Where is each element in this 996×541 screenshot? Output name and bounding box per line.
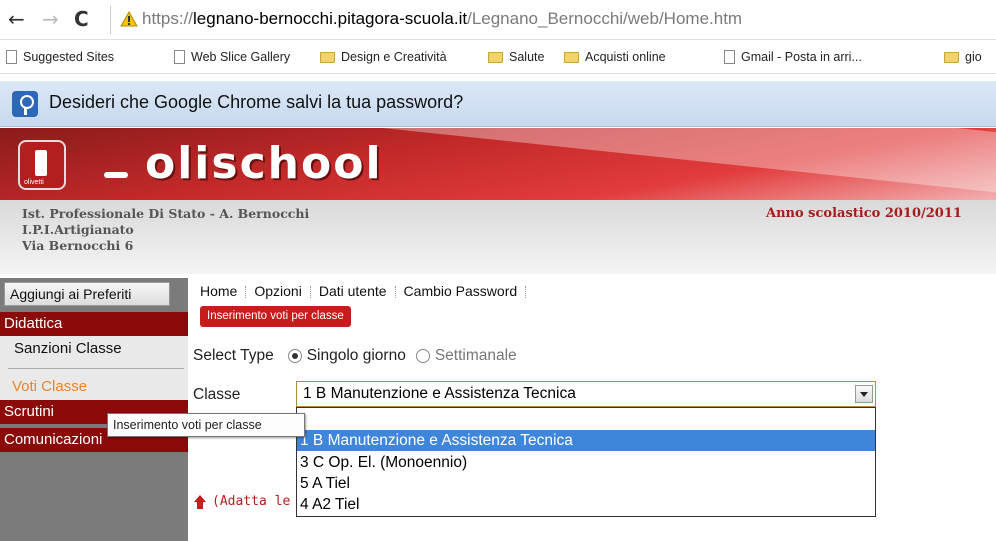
school-address: Ist. Professionale Di Stato - A. Bernocc…	[22, 206, 309, 254]
logo-bar	[35, 150, 47, 176]
radio-singolo-giorno-label[interactable]: Singolo giorno	[307, 347, 406, 365]
folder-icon	[320, 51, 335, 63]
top-navigation: Home Opzioni Dati utente Cambio Password	[200, 283, 534, 299]
bookmark-label: Salute	[509, 50, 545, 64]
forward-arrow-icon[interactable]: →	[42, 9, 59, 29]
nav-dati-utente[interactable]: Dati utente	[319, 283, 387, 299]
nav-separator	[309, 286, 311, 299]
nav-separator	[245, 286, 247, 299]
browser-toolbar: ← → C https://legnano-bernocchi.pitagora…	[0, 0, 996, 40]
page-icon	[724, 50, 735, 64]
tooltip: Inserimento voti per classe	[107, 413, 305, 437]
nav-opzioni[interactable]: Opzioni	[254, 283, 301, 299]
page-title-tag: Inserimento voti per classe	[200, 306, 351, 327]
submenu-divider	[8, 368, 184, 369]
classe-dropdown-list: 1 B Manutenzione e Assistenza Tecnica 3 …	[296, 407, 876, 517]
folder-icon	[564, 51, 579, 63]
school-street: Via Bernocchi 6	[22, 238, 134, 253]
olivetti-logo-icon: olivetti	[18, 140, 66, 190]
add-to-favorites-button[interactable]: Aggiungi ai Preferiti	[4, 282, 170, 306]
dropdown-blank-option[interactable]	[297, 408, 875, 429]
security-warning-icon[interactable]	[120, 11, 138, 27]
bookmark-design-creativita[interactable]: Design e Creatività	[320, 50, 447, 64]
bookmark-label: Gmail - Posta in arri...	[741, 50, 862, 64]
school-type: I.P.I.Artigianato	[22, 222, 134, 237]
bookmark-acquisti-online[interactable]: Acquisti online	[564, 50, 666, 64]
logo-subtitle: olivetti	[24, 179, 44, 186]
sidebar-item-voti-classe[interactable]: Voti Classe	[12, 378, 87, 395]
arrow-up-icon[interactable]	[193, 494, 207, 509]
url-scheme: https://	[142, 9, 194, 28]
dropdown-option[interactable]: 5 A Tiel	[297, 473, 875, 494]
school-info: Ist. Professionale Di Stato - A. Bernocc…	[0, 200, 996, 274]
school-name: Ist. Professionale Di Stato - A. Bernocc…	[22, 206, 310, 221]
bookmark-gio[interactable]: gio	[944, 50, 982, 64]
banner-decoration	[318, 128, 996, 195]
classe-label: Classe	[193, 386, 241, 403]
page-icon	[174, 50, 185, 64]
reload-icon[interactable]: C	[74, 9, 89, 29]
bookmark-suggested-sites[interactable]: Suggested Sites	[6, 50, 114, 64]
bookmark-label: Design e Creatività	[341, 50, 447, 64]
select-type-row: Select Type Singolo giorno Settimanale	[193, 347, 517, 365]
didattica-submenu: Sanzioni Classe Voti Classe	[0, 336, 188, 400]
adapt-text[interactable]: (Adatta le	[212, 494, 290, 509]
nav-separator	[394, 286, 396, 299]
classe-select-value: 1 B Manutenzione e Assistenza Tecnica	[303, 385, 576, 402]
radio-singolo-giorno[interactable]	[287, 349, 302, 363]
folder-icon	[488, 51, 503, 63]
dropdown-option[interactable]: 4 A2 Tiel	[297, 494, 875, 515]
page-icon	[6, 50, 17, 64]
select-type-label: Select Type	[193, 347, 274, 364]
school-year: Anno scolastico 2010/2011	[766, 206, 962, 221]
sidebar: Aggiungi ai Preferiti Didattica Sanzioni…	[0, 278, 188, 541]
infobar-message: Desideri che Google Chrome salvi la tua …	[49, 92, 464, 112]
nav-home[interactable]: Home	[200, 283, 237, 299]
bookmarks-bar: Suggested Sites Web Slice Gallery Design…	[0, 42, 996, 74]
logo-connector	[104, 172, 128, 178]
classe-select[interactable]: 1 B Manutenzione e Assistenza Tecnica	[296, 381, 876, 407]
password-infobar: Desideri che Google Chrome salvi la tua …	[0, 81, 996, 127]
address-bar[interactable]: https://legnano-bernocchi.pitagora-scuol…	[142, 9, 742, 29]
bookmark-gmail[interactable]: Gmail - Posta in arri...	[724, 50, 862, 64]
url-host: legnano-bernocchi.pitagora-scuola.it	[193, 9, 468, 28]
sidebar-item-didattica[interactable]: Didattica	[0, 312, 188, 336]
back-arrow-icon[interactable]: ←	[8, 9, 25, 29]
brand-title: olischool	[145, 138, 383, 189]
bookmark-web-slice-gallery[interactable]: Web Slice Gallery	[174, 50, 290, 64]
adapt-row: (Adatta le	[193, 494, 290, 509]
nav-separator	[525, 286, 527, 299]
bookmark-label: Web Slice Gallery	[191, 50, 291, 64]
folder-icon	[944, 51, 959, 63]
radio-settimanale[interactable]	[415, 349, 430, 363]
bookmark-label: Suggested Sites	[23, 50, 115, 64]
dropdown-option[interactable]: 1 B Manutenzione e Assistenza Tecnica	[297, 430, 875, 451]
radio-settimanale-label[interactable]: Settimanale	[435, 347, 517, 365]
sidebar-item-sanzioni-classe[interactable]: Sanzioni Classe	[14, 340, 122, 357]
chevron-down-icon[interactable]	[855, 385, 873, 403]
toolbar-divider	[110, 6, 111, 34]
url-path: /Legnano_Bernocchi/web/Home.htm	[467, 9, 743, 28]
bookmark-label: gio	[965, 50, 982, 64]
bookmark-salute[interactable]: Salute	[488, 50, 544, 64]
dropdown-option[interactable]: 3 C Op. El. (Monoennio)	[297, 452, 875, 473]
nav-cambio-password[interactable]: Cambio Password	[404, 283, 518, 299]
key-icon	[12, 91, 38, 117]
site-banner: olivetti olischool	[0, 128, 996, 200]
bookmark-label: Acquisti online	[585, 50, 666, 64]
